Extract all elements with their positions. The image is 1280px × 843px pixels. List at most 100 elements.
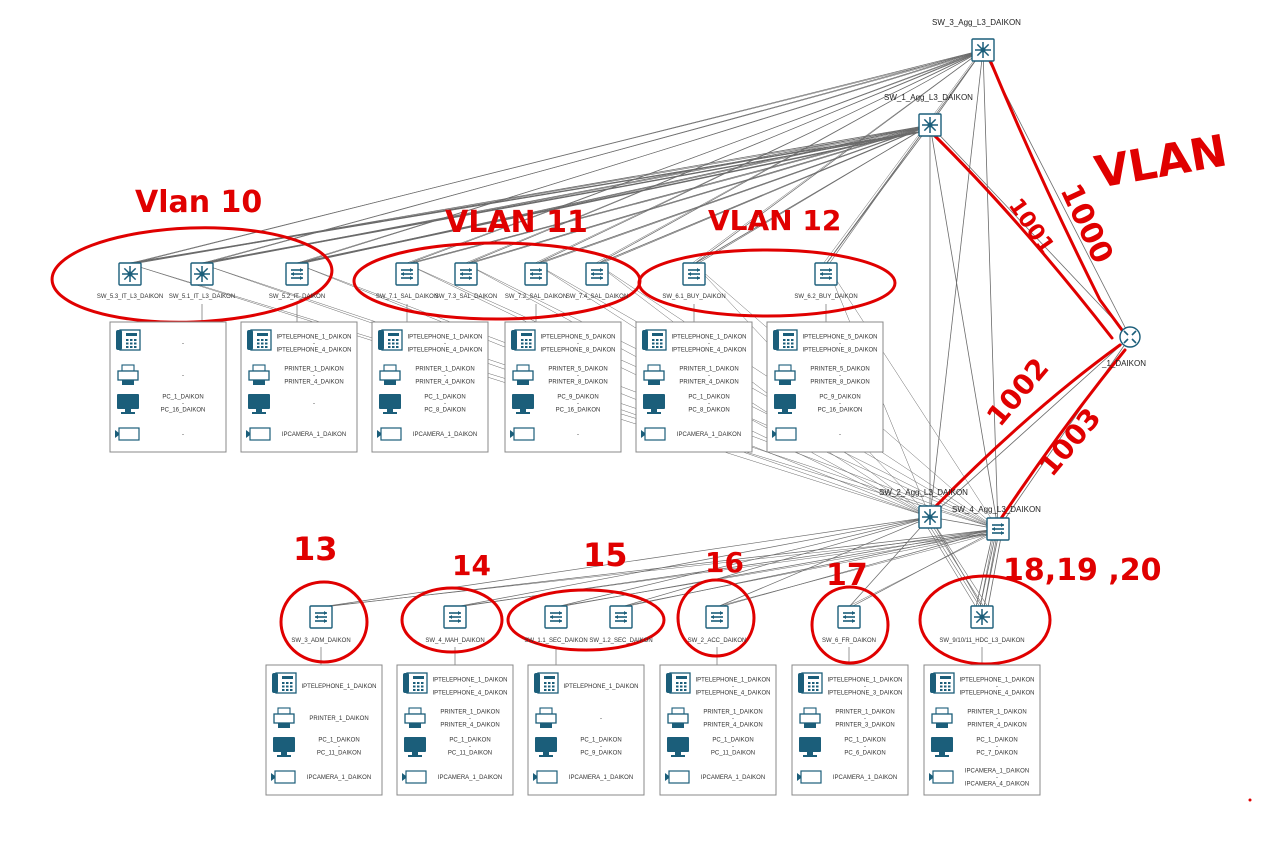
top-l2-switch-icon[interactable] (524, 262, 548, 286)
top-switch-label: SW_6.2_BUY_DAIKON (794, 294, 857, 300)
device-label: - (313, 341, 315, 347)
sw4-agg-switch-icon[interactable] (986, 517, 1010, 541)
device-label: PRINTER_4_DAIKON (440, 723, 499, 729)
device-label: PRINTER_4_DAIKON (284, 380, 343, 386)
device-label: PRINTER_1_DAIKON (835, 710, 894, 716)
top-device-group: IPTELEPHONE_1_DAIKON-IPTELEPHONE_4_DAIKO… (635, 321, 753, 453)
network-link (929, 124, 999, 530)
bottom-l3-switch-icon[interactable] (970, 605, 994, 629)
ip-camera-icon (377, 427, 402, 441)
top-switch-label: SW_5.2_IT_DAIKON (269, 294, 325, 300)
top-l2-switch-icon[interactable] (285, 262, 309, 286)
device-label: - (577, 432, 579, 438)
device-label: IPTELEPHONE_4_DAIKON (959, 691, 1034, 697)
top-l2-switch-icon[interactable] (395, 262, 419, 286)
device-label: PC_16_DAIKON (161, 408, 206, 414)
vlan13-annotation: 13 (293, 530, 338, 568)
top-switch-label: SW_7.1_SAL_DAIKON (376, 294, 438, 300)
ip-phone-icon (116, 329, 141, 351)
device-label: PC_7_DAIKON (976, 751, 1017, 757)
ip-camera-icon (271, 770, 296, 784)
bottom-l2-switch-icon[interactable] (309, 605, 333, 629)
device-label: IPTELEPHONE_5_DAIKON (802, 335, 877, 341)
vlan10-annotation: Vlan 10 (135, 185, 262, 220)
device-label: PRINTER_4_DAIKON (679, 380, 738, 386)
device-label: PRINTER_4_DAIKON (967, 723, 1026, 729)
device-label: IPTELEPHONE_4_DAIKON (695, 691, 770, 697)
device-label: - (469, 716, 471, 722)
network-link (929, 516, 983, 608)
bottom-switch-label: SW_1.1_SEC_DAIKON (524, 638, 587, 644)
device-label: - (864, 684, 866, 690)
top-l2-switch-icon[interactable] (454, 262, 478, 286)
top-switch-label: SW_7.4_SAL_DAIKON (566, 294, 628, 300)
ip-camera-icon (533, 770, 558, 784)
top-l3-switch-icon[interactable] (190, 262, 214, 286)
sw3-agg-switch-icon[interactable] (971, 38, 995, 62)
device-label: PRINTER_3_DAIKON (835, 723, 894, 729)
ip-camera-icon (641, 427, 666, 441)
device-label: IPTELEPHONE_1_DAIKON (671, 335, 746, 341)
device-label: PC_1_DAIKON (424, 395, 465, 401)
router-icon[interactable] (1119, 326, 1141, 348)
bottom-device-group: IPTELEPHONE_1_DAIKON-IPTELEPHONE_4_DAIKO… (659, 664, 777, 796)
device-label: - (732, 716, 734, 722)
sw3-agg-label: SW_3_Agg_L3_DAIKON (932, 18, 1021, 27)
bottom-l2-switch-icon[interactable] (609, 605, 633, 629)
bottom-device-group: IPTELEPHONE_1_DAIKON-IPTELEPHONE_4_DAIKO… (923, 664, 1041, 796)
bottom-l2-switch-icon[interactable] (837, 605, 861, 629)
bottom-l2-switch-icon[interactable] (443, 605, 467, 629)
top-switch-label: SW_7.2_SAL_DAIKON (505, 294, 567, 300)
device-label: - (182, 341, 184, 347)
device-label: PC_1_DAIKON (162, 395, 203, 401)
device-label: - (864, 716, 866, 722)
device-label: - (708, 401, 710, 407)
device-label: - (732, 684, 734, 690)
device-label: IPTELEPHONE_8_DAIKON (540, 348, 615, 354)
device-label: PRINTER_1_DAIKON (679, 367, 738, 373)
device-label: - (996, 744, 998, 750)
top-l2-switch-icon[interactable] (814, 262, 838, 286)
top-switch-label: SW_5.3_IT_L3_DAIKON (97, 294, 163, 300)
top-l2-switch-icon[interactable] (682, 262, 706, 286)
ip-camera-icon (115, 427, 140, 441)
device-label: PC_9_DAIKON (580, 751, 621, 757)
vlan-right-annotation: VLAN (1091, 126, 1231, 199)
bottom-device-group: IPTELEPHONE_1_DAIKON-PC_1_DAIKON-PC_9_DA… (527, 664, 645, 796)
device-label: IPCAMERA_1_DAIKON (307, 775, 371, 781)
ip-phone-icon (798, 672, 823, 694)
device-label: IPTELEPHONE_5_DAIKON (540, 335, 615, 341)
bottom-switch-label: SW_6_FR_DAIKON (822, 638, 876, 644)
sw2-agg-label: SW_2_Agg_L3_DAIKON (879, 488, 968, 497)
network-link (979, 536, 996, 608)
network-link (538, 126, 927, 265)
device-label: PRINTER_1_DAIKON (284, 367, 343, 373)
bottom-switch-label: SW_9/10/11_HDC_L3_DAIKON (939, 638, 1024, 644)
device-label: IPTELEPHONE_1_DAIKON (407, 335, 482, 341)
bottom-l2-switch-icon[interactable] (544, 605, 568, 629)
top-l3-switch-icon[interactable] (118, 262, 142, 286)
bottom-l2-switch-icon[interactable] (705, 605, 729, 629)
device-label: IPCAMERA_1_DAIKON (677, 432, 741, 438)
top-l2-switch-icon[interactable] (585, 262, 609, 286)
device-label: - (996, 775, 998, 781)
ip-phone-icon (773, 329, 798, 351)
network-link (825, 49, 984, 265)
device-label: - (469, 684, 471, 690)
device-label: - (469, 744, 471, 750)
sw1-agg-switch-icon[interactable] (918, 113, 942, 137)
device-label: - (313, 401, 315, 407)
device-label: - (577, 401, 579, 407)
device-label: - (600, 744, 602, 750)
device-label: IPTELEPHONE_1_DAIKON (432, 678, 507, 684)
device-label: IPTELEPHONE_3_DAIKON (827, 691, 902, 697)
device-label: IPCAMERA_1_DAIKON (569, 775, 633, 781)
top-device-group: IPTELEPHONE_5_DAIKON - IPTELEPHONE_8_DAIKO… (504, 321, 622, 453)
sw2-agg-switch-icon[interactable] (918, 505, 942, 529)
device-label: - (708, 373, 710, 379)
device-label: PC_11_DAIKON (711, 751, 755, 757)
ip-phone-icon (511, 329, 536, 351)
vlan12-circle (637, 248, 897, 318)
device-label: PC_11_DAIKON (317, 751, 361, 757)
ip-phone-icon (930, 672, 955, 694)
